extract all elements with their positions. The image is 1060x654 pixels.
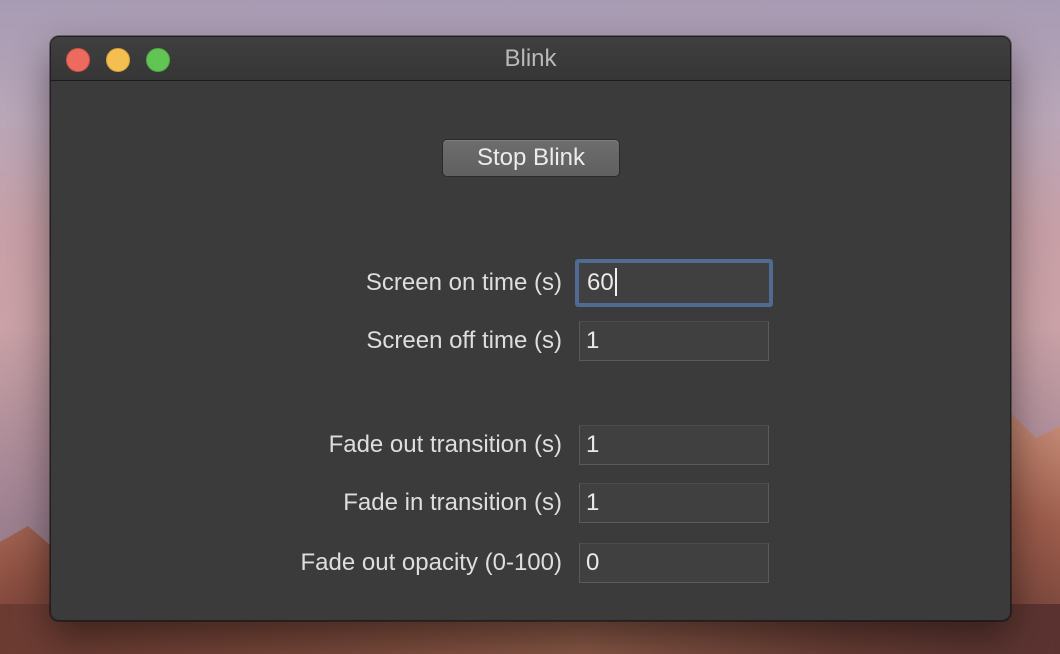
row-screen-off-time: Screen off time (s) 1: [51, 321, 1010, 361]
fade-in-transition-value: 1: [586, 489, 600, 516]
window-content: Stop Blink Screen on time (s) 60 Screen …: [51, 81, 1010, 620]
screen-off-time-value: 1: [586, 327, 600, 354]
row-fade-in-transition: Fade in transition (s) 1: [51, 483, 1010, 523]
fade-out-transition-input[interactable]: 1: [579, 425, 769, 465]
row-fade-out-opacity: Fade out opacity (0-100) 0: [51, 543, 1010, 583]
screen-off-time-input[interactable]: 1: [579, 321, 769, 361]
fade-in-transition-label: Fade in transition (s): [343, 489, 562, 516]
fade-out-opacity-label: Fade out opacity (0-100): [300, 549, 562, 576]
window-title: Blink: [504, 45, 557, 72]
fade-out-opacity-input[interactable]: 0: [579, 543, 769, 583]
fade-in-transition-input[interactable]: 1: [579, 483, 769, 523]
fade-out-transition-value: 1: [586, 431, 600, 458]
titlebar: Blink: [51, 37, 1010, 81]
screen-on-time-input[interactable]: 60: [575, 259, 773, 307]
text-caret: [614, 267, 617, 296]
row-screen-on-time: Screen on time (s) 60: [51, 259, 1010, 307]
row-fade-out-transition: Fade out transition (s) 1: [51, 425, 1010, 465]
screen-off-time-label: Screen off time (s): [366, 327, 562, 354]
stop-blink-button[interactable]: Stop Blink: [442, 139, 620, 177]
screen-on-time-value: 60: [587, 269, 614, 296]
blink-window: Blink Stop Blink Screen on time (s) 60 S…: [50, 36, 1011, 621]
fade-out-transition-label: Fade out transition (s): [328, 431, 562, 458]
desktop-background: Blink Stop Blink Screen on time (s) 60 S…: [0, 0, 1060, 654]
fade-out-opacity-value: 0: [586, 549, 600, 576]
screen-on-time-label: Screen on time (s): [365, 269, 562, 296]
